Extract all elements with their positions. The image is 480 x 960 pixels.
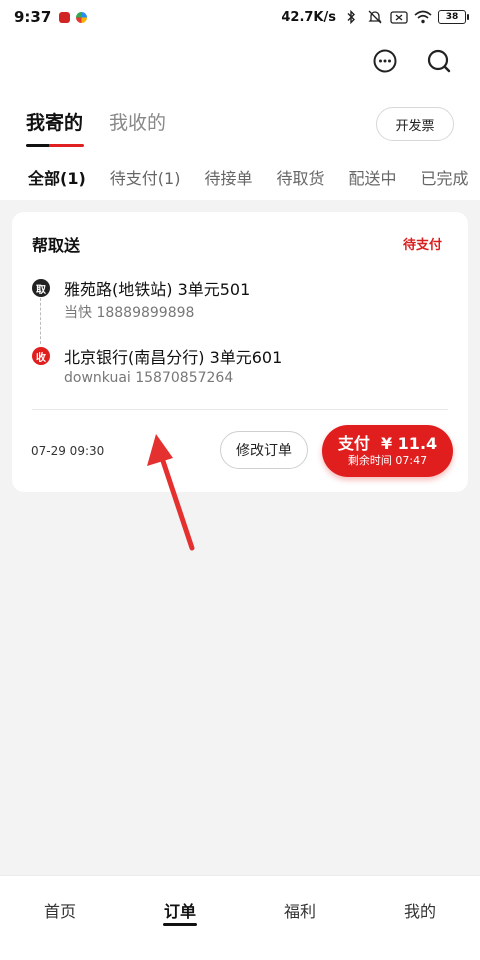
main-tabs: 我寄的 我收的 (26, 108, 166, 147)
mute-icon (366, 10, 384, 24)
nav-benefits-label: 福利 (283, 902, 316, 921)
pickup-address: 雅苑路(地铁站) 3单元501 (64, 280, 251, 299)
pay-countdown: 剩余时间 07:47 (347, 454, 428, 467)
order-service-type: 帮取送 (32, 236, 81, 255)
battery-icon: 38 (438, 10, 469, 24)
nav-mine-label: 我的 (403, 902, 436, 921)
status-filter-tabs: 全部(1) 待支付(1) 待接单 待取货 配送中 已完成 (28, 165, 469, 189)
pickup-badge: 取 (32, 279, 50, 297)
app-notification-icon (76, 11, 88, 23)
pay-button[interactable]: 支付 ¥ 11.4 剩余时间 07:47 (322, 425, 453, 477)
filter-pending-payment[interactable]: 待支付(1) (110, 165, 181, 189)
modify-order-button[interactable]: 修改订单 (220, 431, 308, 469)
message-icon[interactable] (370, 46, 400, 76)
network-speed: 42.7K/s (281, 9, 336, 25)
red-arrow-annotation (147, 434, 195, 551)
search-icon[interactable] (424, 46, 454, 76)
invoice-button[interactable]: 开发票 (376, 107, 454, 141)
tab-active-indicator (26, 144, 84, 147)
app-notification-icon (59, 11, 71, 23)
tab-sent-label: 我寄的 (26, 112, 84, 134)
tab-sent[interactable]: 我寄的 (26, 108, 84, 147)
wifi-icon (414, 10, 432, 24)
filter-completed[interactable]: 已完成 (420, 165, 468, 189)
status-bar: 9:37 42.7K/s 38 (0, 0, 480, 34)
filter-all[interactable]: 全部(1) (28, 165, 86, 189)
order-status-badge: 待支付 (402, 238, 442, 253)
filter-delivering[interactable]: 配送中 (348, 165, 396, 189)
delivery-address: 北京银行(南昌分行) 3单元601 (64, 348, 283, 367)
pickup-contact: 当快 18889899898 (64, 305, 195, 321)
route-connector (40, 298, 41, 344)
sim-off-icon (390, 10, 408, 24)
tab-received-label: 我收的 (109, 112, 167, 134)
nav-benefits[interactable]: 福利 (240, 876, 360, 960)
nav-orders[interactable]: 订单 (120, 876, 240, 960)
nav-orders-label: 订单 (163, 902, 196, 921)
status-right: 42.7K/s 38 (281, 9, 469, 25)
delivery-contact: downkuai 15870857264 (64, 370, 234, 386)
tab-received[interactable]: 我收的 (109, 108, 166, 147)
filter-pending-accept[interactable]: 待接单 (204, 165, 252, 189)
status-time: 9:37 (14, 8, 52, 26)
bottom-nav: 首页 订单 福利 我的 (0, 875, 480, 960)
nav-home-label: 首页 (43, 902, 76, 921)
pay-amount: 支付 ¥ 11.4 (337, 434, 438, 453)
order-card[interactable]: 帮取送 待支付 取 雅苑路(地铁站) 3单元501 当快 18889899898… (12, 212, 468, 492)
header-actions (370, 46, 454, 76)
nav-active-indicator (163, 923, 197, 926)
delivery-badge: 收 (32, 347, 50, 365)
notification-icons (59, 11, 88, 23)
nav-home[interactable]: 首页 (0, 876, 120, 960)
card-divider (32, 409, 448, 410)
nav-mine[interactable]: 我的 (360, 876, 480, 960)
bluetooth-icon (342, 10, 360, 24)
order-time: 07-29 09:30 (31, 444, 105, 458)
filter-pending-pickup[interactable]: 待取货 (276, 165, 324, 189)
